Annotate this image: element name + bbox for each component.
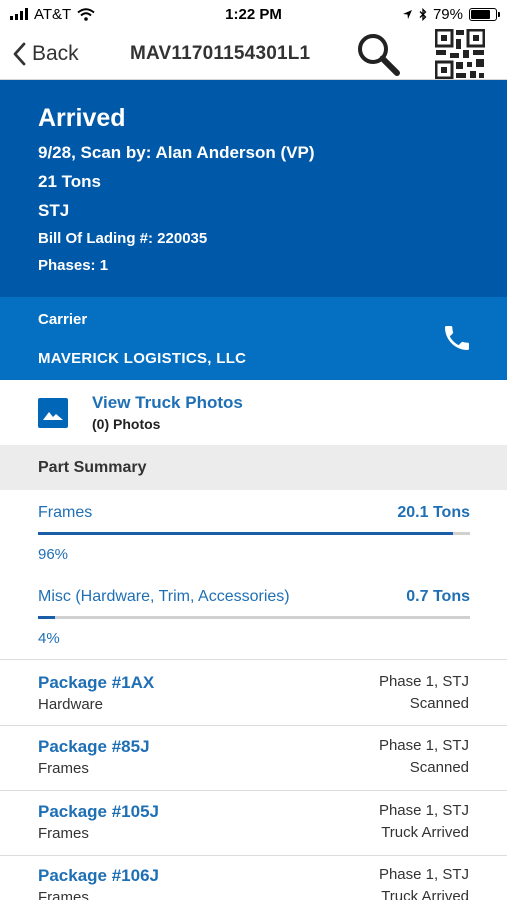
location-code: STJ bbox=[38, 201, 70, 220]
part-weight: 20.1 Tons bbox=[397, 504, 470, 521]
status-title: Arrived bbox=[38, 104, 126, 132]
package-phase: Phase 1, STJ bbox=[378, 673, 469, 690]
part-percent: 96% bbox=[38, 546, 69, 563]
phases-count: Phases: 1 bbox=[38, 257, 109, 274]
package-type: Frames bbox=[38, 760, 89, 777]
truck-photos-row[interactable]: View Truck Photos (0) Photos bbox=[0, 380, 507, 445]
nav-actions bbox=[355, 28, 507, 79]
divider bbox=[0, 725, 507, 726]
wifi-icon bbox=[77, 7, 95, 21]
package-row[interactable]: Package #85J Frames Phase 1, STJ Scanned bbox=[0, 737, 507, 801]
location-arrow-icon bbox=[402, 9, 412, 19]
package-phase: Phase 1, STJ bbox=[378, 802, 469, 819]
navigation-bar: Back MAV11701154301L1 bbox=[0, 28, 507, 80]
bluetooth-icon bbox=[419, 7, 427, 21]
status-bar: AT&T 1:22 PM 79% bbox=[0, 0, 507, 28]
part-progress-fill bbox=[38, 616, 56, 619]
back-label: Back bbox=[32, 41, 79, 65]
photos-count: (0) Photos bbox=[92, 416, 161, 432]
shipment-status-panel: Arrived 9/28, Scan by: Alan Anderson (VP… bbox=[0, 80, 507, 297]
package-title: Package #106J bbox=[38, 866, 159, 885]
back-button[interactable]: Back bbox=[0, 42, 130, 66]
phone-icon[interactable] bbox=[441, 322, 473, 354]
part-name: Misc (Hardware, Trim, Accessories) bbox=[38, 588, 290, 605]
package-type: Hardware bbox=[38, 696, 104, 713]
package-status: Truck Arrived bbox=[381, 824, 469, 841]
carrier-panel: Carrier MAVERICK LOGISTICS, LLC bbox=[0, 297, 507, 380]
scan-info: 9/28, Scan by: Alan Anderson (VP) bbox=[38, 143, 315, 162]
part-weight: 0.7 Tons bbox=[406, 588, 470, 605]
status-bar-left: AT&T bbox=[10, 6, 95, 23]
battery-icon bbox=[469, 7, 500, 21]
package-row[interactable]: Package #1AX Hardware Phase 1, STJ Scann… bbox=[0, 673, 507, 737]
package-phase: Phase 1, STJ bbox=[378, 866, 469, 883]
package-status: Scanned bbox=[409, 695, 469, 712]
part-summary-row-misc: Misc (Hardware, Trim, Accessories) 0.7 T… bbox=[38, 588, 470, 647]
part-name: Frames bbox=[38, 504, 93, 521]
page-title: MAV11701154301L1 bbox=[130, 42, 311, 64]
carrier-name: AT&T bbox=[34, 5, 72, 23]
package-type: Frames bbox=[38, 825, 89, 842]
part-percent: 4% bbox=[38, 630, 60, 647]
cellular-signal-icon bbox=[10, 8, 28, 20]
bill-of-lading: Bill Of Lading #: 220035 bbox=[38, 230, 208, 247]
package-title: Package #105J bbox=[38, 802, 159, 821]
carrier-label: Carrier bbox=[38, 311, 88, 328]
divider bbox=[0, 659, 507, 660]
qr-code-icon[interactable] bbox=[435, 28, 485, 79]
part-summary-row-frames: Frames 20.1 Tons 96% bbox=[38, 504, 470, 563]
package-status: Scanned bbox=[409, 759, 469, 776]
battery-percent: 79% bbox=[432, 5, 463, 23]
package-phase: Phase 1, STJ bbox=[378, 737, 469, 754]
part-progress-bar bbox=[38, 532, 470, 535]
status-bar-right: 79% bbox=[402, 5, 500, 23]
view-truck-photos-link[interactable]: View Truck Photos bbox=[92, 393, 243, 413]
total-weight: 21 Tons bbox=[38, 172, 101, 191]
image-icon bbox=[38, 397, 68, 428]
divider bbox=[0, 790, 507, 791]
part-summary-header: Part Summary bbox=[0, 445, 507, 490]
package-title: Package #1AX bbox=[38, 673, 155, 692]
divider bbox=[0, 855, 507, 856]
package-title: Package #85J bbox=[38, 737, 150, 756]
carrier-company-name: MAVERICK LOGISTICS, LLC bbox=[38, 350, 247, 367]
package-type: Frames bbox=[38, 889, 89, 900]
package-row[interactable]: Package #106J Frames Phase 1, STJ Truck … bbox=[0, 866, 507, 900]
photos-text: View Truck Photos (0) Photos bbox=[92, 393, 243, 432]
part-progress-fill bbox=[38, 532, 453, 535]
part-progress-bar bbox=[38, 616, 470, 619]
chevron-left-icon bbox=[13, 42, 26, 65]
search-icon[interactable] bbox=[355, 31, 401, 77]
package-status: Truck Arrived bbox=[381, 888, 469, 900]
package-row[interactable]: Package #105J Frames Phase 1, STJ Truck … bbox=[0, 802, 507, 866]
